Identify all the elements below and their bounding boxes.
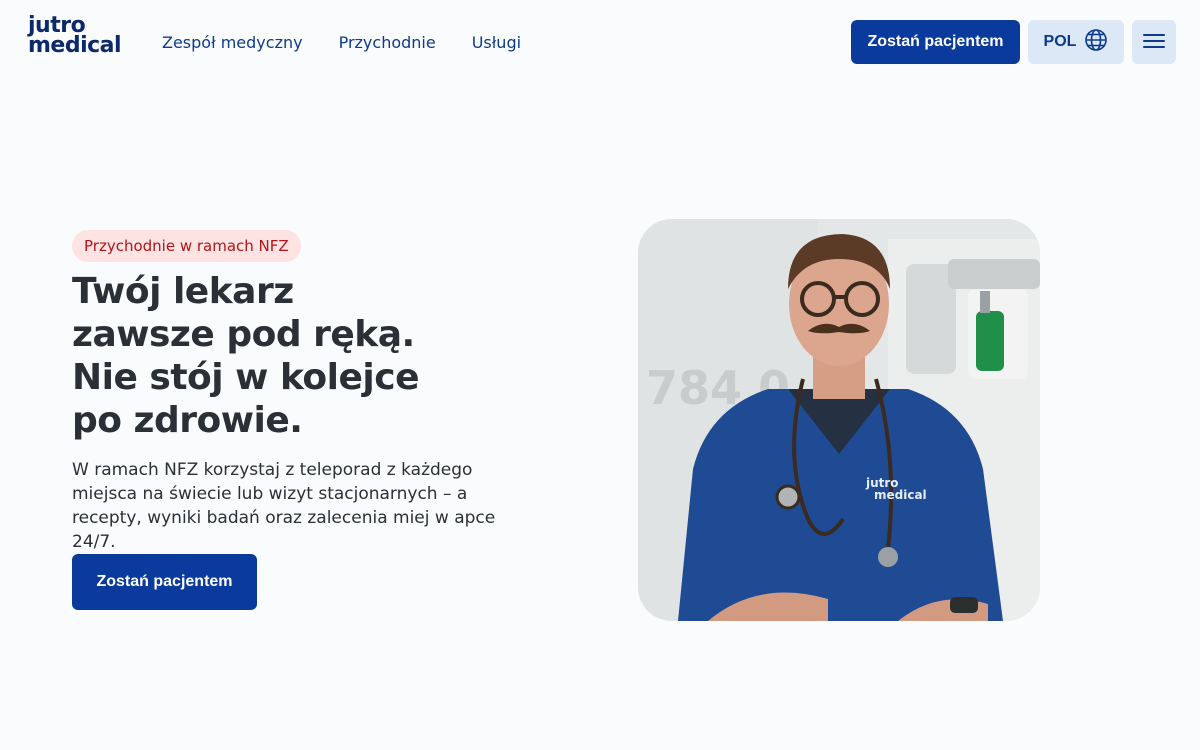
nav-link-medical-team[interactable]: Zespół medyczny — [162, 33, 303, 52]
jutro-medical-logo[interactable]: jutro medical — [28, 15, 140, 60]
main-nav: Zespół medyczny Przychodnie Usługi — [162, 33, 557, 52]
page: jutro medical Zespół medyczny Przychodni… — [0, 0, 1200, 750]
site-header: jutro medical Zespół medyczny Przychodni… — [0, 0, 1200, 84]
hero-title-line-1: Twój lekarz — [72, 271, 294, 312]
doctor-photo: 784 0 jutro medical — [638, 219, 1040, 621]
scrubs-logo-line-2: medical — [874, 488, 927, 502]
logo-line-2: medical — [28, 33, 122, 58]
become-patient-hero-button[interactable]: Zostań pacjentem — [72, 554, 257, 610]
language-switcher-button[interactable]: POL — [1028, 20, 1124, 64]
language-label: POL — [1043, 33, 1077, 50]
hamburger-menu-button[interactable] — [1132, 20, 1176, 64]
globe-icon — [1084, 28, 1108, 57]
nfz-clinics-badge: Przychodnie w ramach NFZ — [72, 230, 301, 262]
become-patient-header-button[interactable]: Zostań pacjentem — [851, 20, 1020, 64]
nav-link-services[interactable]: Usługi — [472, 33, 521, 52]
hero-title: Twój lekarz zawsze pod ręką. Nie stój w … — [72, 270, 532, 442]
nav-link-clinics[interactable]: Przychodnie — [339, 33, 436, 52]
hero-description: W ramach NFZ korzystaj z teleporad z każ… — [72, 460, 496, 552]
hero-title-line-3: Nie stój w kolejce — [72, 357, 420, 398]
hero-title-line-4: po zdrowie. — [72, 400, 303, 441]
hamburger-menu-icon — [1142, 29, 1166, 56]
hero-title-line-2: zawsze pod ręką. — [72, 314, 415, 355]
